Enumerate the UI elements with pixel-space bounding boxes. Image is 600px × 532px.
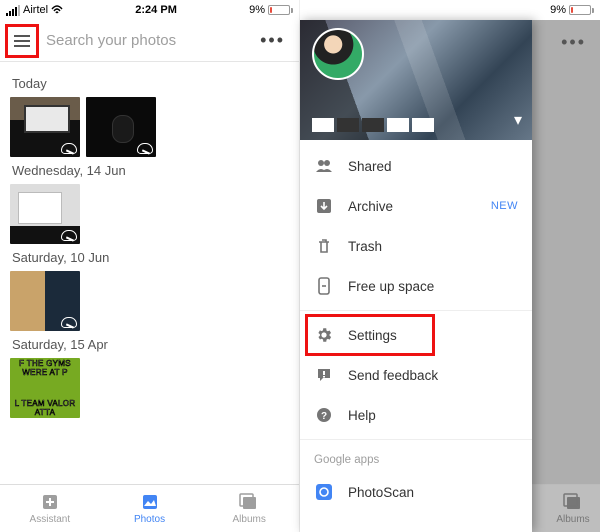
chevron-down-icon[interactable]: ▾ [514, 110, 522, 130]
photoscan-icon [314, 482, 334, 502]
status-bar: 9% [300, 0, 600, 20]
tab-albums[interactable]: Albums [199, 485, 299, 532]
battery-pct-label: 9% [550, 4, 566, 16]
photo-thumbnail[interactable]: F THE GYMS WERE AT P L TEAM VALOR ATTA [10, 358, 80, 418]
clock-label: 2:24 PM [135, 4, 177, 16]
tab-assistant[interactable]: Assistant [0, 485, 100, 532]
menu-label: Free up space [348, 279, 434, 294]
section-title: Saturday, 10 Jun [12, 250, 289, 265]
phone-right: 9% ••• Albums ▾ [300, 0, 600, 532]
cloud-off-icon [61, 317, 77, 328]
account-info-redacted [312, 118, 434, 132]
divider [300, 310, 532, 311]
cloud-off-icon [61, 230, 77, 241]
carrier-label: Airtel [23, 4, 48, 16]
cloud-off-icon [61, 143, 77, 154]
section-title: Today [12, 76, 289, 91]
hamburger-icon [13, 34, 31, 48]
menu-label: Trash [348, 239, 382, 254]
people-icon [314, 156, 334, 176]
menu-item-trash[interactable]: Trash [300, 226, 532, 266]
phone-storage-icon [314, 276, 334, 296]
photo-thumbnail[interactable] [10, 271, 80, 331]
battery-icon [268, 5, 293, 15]
cloud-off-icon [137, 143, 153, 154]
menu-item-help[interactable]: ? Help [300, 395, 532, 435]
gear-icon [314, 325, 334, 345]
menu-item-shared[interactable]: Shared [300, 146, 532, 186]
menu-item-free-up-space[interactable]: Free up space [300, 266, 532, 306]
menu-label: PhotoScan [348, 485, 414, 500]
menu-subheader: Google apps [300, 444, 532, 472]
menu-item-settings[interactable]: Settings [306, 315, 434, 355]
tab-label: Albums [556, 514, 589, 525]
overflow-button[interactable]: ••• [260, 30, 291, 51]
menu-label: Help [348, 408, 376, 423]
menu-item-send-feedback[interactable]: Send feedback [300, 355, 532, 395]
tab-albums[interactable]: Albums [546, 485, 600, 532]
photos-icon [140, 492, 160, 512]
tab-label: Albums [233, 514, 266, 525]
wifi-icon [51, 5, 63, 15]
menu-label: Archive [348, 199, 393, 214]
avatar[interactable] [312, 28, 364, 80]
battery-icon [569, 5, 594, 15]
drawer-menu: Shared Archive NEW Trash Free up space [300, 140, 532, 532]
section-title: Saturday, 15 Apr [12, 337, 289, 352]
meme-top-text: F THE GYMS WERE AT P [10, 359, 80, 377]
search-input[interactable]: Search your photos [46, 32, 250, 49]
photo-grid[interactable]: Today Wednesday, 14 Jun Saturday, 10 Jun… [0, 62, 299, 484]
archive-icon [314, 196, 334, 216]
feedback-icon [314, 365, 334, 385]
tab-label: Photos [134, 514, 165, 525]
phone-left: Airtel 2:24 PM 9% Search your photos •••… [0, 0, 300, 532]
photo-thumbnail[interactable] [10, 97, 80, 157]
albums-icon [563, 492, 583, 512]
tab-label: Assistant [30, 514, 71, 525]
bottom-tab-bar: Assistant Photos Albums [0, 484, 299, 532]
drawer-header[interactable]: ▾ [300, 20, 532, 140]
albums-icon [239, 492, 259, 512]
battery-pct-label: 9% [249, 4, 265, 16]
menu-button[interactable] [8, 27, 36, 55]
photo-thumbnail[interactable] [86, 97, 156, 157]
search-bar: Search your photos ••• [0, 20, 299, 62]
menu-label: Send feedback [348, 368, 438, 383]
assistant-icon [40, 492, 60, 512]
menu-label: Settings [348, 328, 397, 343]
svg-text:?: ? [321, 411, 327, 422]
trash-icon [314, 236, 334, 256]
status-bar: Airtel 2:24 PM 9% [0, 0, 299, 20]
menu-item-archive[interactable]: Archive NEW [300, 186, 532, 226]
tab-photos[interactable]: Photos [100, 485, 200, 532]
new-badge: NEW [491, 200, 518, 212]
menu-item-photoscan[interactable]: PhotoScan [300, 472, 532, 512]
meme-bottom-text: L TEAM VALOR ATTA [10, 399, 80, 417]
menu-label: Shared [348, 159, 392, 174]
photo-thumbnail[interactable] [10, 184, 80, 244]
section-title: Wednesday, 14 Jun [12, 163, 289, 178]
help-icon: ? [314, 405, 334, 425]
nav-drawer: ▾ Shared Archive NEW Trash [300, 20, 532, 532]
divider [300, 439, 532, 440]
signal-icon [6, 5, 20, 16]
overflow-button[interactable]: ••• [561, 32, 586, 53]
